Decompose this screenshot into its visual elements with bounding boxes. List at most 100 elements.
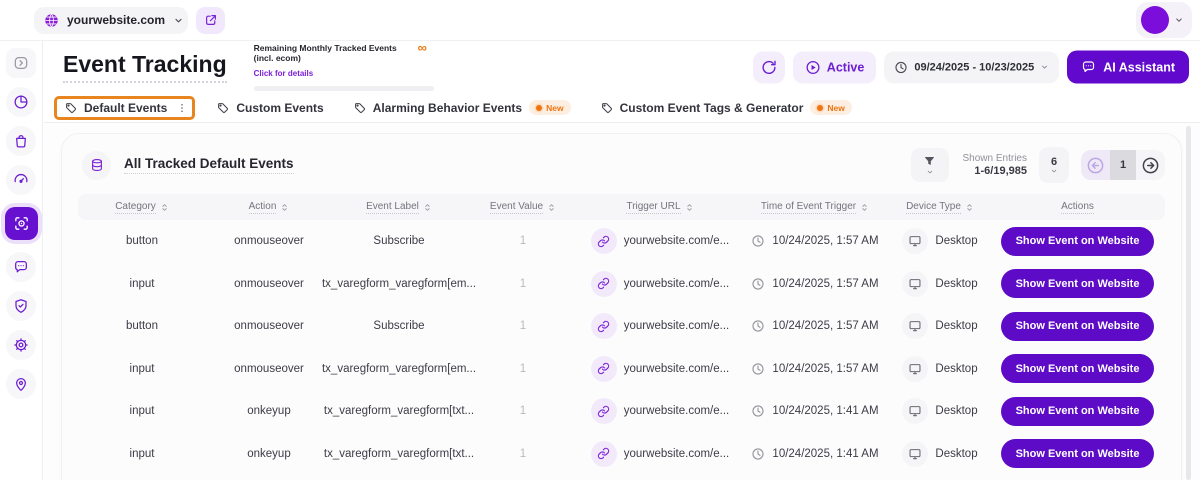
cell-event-value: 1	[466, 363, 580, 375]
tab-custom-events[interactable]: Custom Events	[208, 97, 331, 119]
quota-details-link[interactable]: Click for details	[254, 69, 314, 78]
sidebar-item-shop[interactable]	[6, 126, 36, 156]
cell-trigger-url[interactable]: yourwebsite.com/e...	[580, 228, 740, 254]
sort-icon[interactable]	[685, 203, 694, 212]
tag-icon	[64, 101, 77, 114]
sort-icon[interactable]	[547, 203, 556, 212]
show-event-button[interactable]: Show Event on Website	[1001, 354, 1155, 383]
user-menu[interactable]	[1136, 2, 1192, 38]
card-header: All Tracked Default Events Shown Entries…	[62, 134, 1181, 194]
sidebar-item-event-tracking[interactable]	[5, 207, 38, 240]
cell-trigger-url[interactable]: yourwebsite.com/e...	[580, 313, 740, 339]
cell-event-label: tx_varegform_varegform[txt...	[332, 405, 466, 417]
column-event-label[interactable]: Event Label	[332, 201, 466, 214]
link-icon	[591, 228, 617, 254]
sort-icon[interactable]	[160, 203, 169, 212]
cell-event-value: 1	[466, 448, 580, 460]
column-actions: Actions	[990, 201, 1165, 214]
website-selector[interactable]: yourwebsite.com	[34, 7, 188, 34]
clock-icon	[751, 362, 765, 376]
cell-device: Desktop	[890, 313, 990, 339]
column-action[interactable]: Action	[206, 201, 332, 214]
topbar: yourwebsite.com	[0, 0, 1200, 41]
cell-device: Desktop	[890, 398, 990, 424]
ai-assistant-button[interactable]: AI Assistant	[1067, 51, 1189, 84]
sidebar-item-privacy[interactable]	[6, 291, 36, 321]
shopping-bag-icon	[13, 133, 29, 149]
cell-category: button	[78, 235, 206, 247]
sort-icon[interactable]	[965, 203, 974, 212]
clock-icon	[751, 404, 765, 418]
sort-icon[interactable]	[860, 203, 869, 212]
tab-label: Default Events	[84, 101, 167, 115]
sidebar-toggle[interactable]	[6, 48, 36, 78]
map-pin-icon	[13, 376, 29, 392]
date-range-value: 09/24/2025 - 10/23/2025	[914, 61, 1034, 73]
column-trigger-url[interactable]: Trigger URL	[580, 201, 740, 214]
cell-action: onkeyup	[206, 448, 332, 460]
pie-chart-icon	[13, 94, 29, 110]
sort-icon[interactable]	[423, 203, 432, 212]
kebab-menu-icon[interactable]	[176, 102, 188, 114]
cell-trigger-url[interactable]: yourwebsite.com/e...	[580, 398, 740, 424]
badge-dot	[817, 105, 823, 111]
tab-label: Custom Event Tags & Generator	[620, 101, 804, 115]
table-row: input onmouseover tx_varegform_varegform…	[78, 348, 1165, 391]
tracking-status-button[interactable]: Active	[793, 51, 877, 83]
website-name: yourwebsite.com	[67, 13, 165, 27]
gauge-icon	[13, 172, 29, 188]
shown-entries-label: Shown Entries	[963, 153, 1027, 164]
previous-page-button[interactable]	[1081, 150, 1110, 180]
events-card: All Tracked Default Events Shown Entries…	[61, 133, 1182, 480]
show-event-button[interactable]: Show Event on Website	[1001, 439, 1155, 468]
cell-event-label: tx_varegform_varegform[txt...	[332, 448, 466, 460]
cell-event-label: Subscribe	[332, 320, 466, 332]
tag-icon	[353, 101, 366, 114]
date-range-picker[interactable]: 09/24/2025 - 10/23/2025	[884, 51, 1059, 83]
cell-trigger-url[interactable]: yourwebsite.com/e...	[580, 441, 740, 467]
tab-custom-event-tags-generator[interactable]: Custom Event Tags & Generator New	[592, 96, 860, 119]
badge-dot	[536, 105, 542, 111]
table-row: input onkeyup tx_varegform_varegform[txt…	[78, 433, 1165, 476]
tab-default-events[interactable]: Default Events	[54, 96, 195, 120]
column-category[interactable]: Category	[78, 201, 206, 214]
funnel-icon	[923, 155, 936, 168]
cell-event-value: 1	[466, 405, 580, 417]
external-link-icon	[204, 13, 218, 27]
cell-time: 10/24/2025, 1:57 AM	[740, 362, 890, 376]
clock-icon	[751, 234, 765, 248]
sidebar-item-performance[interactable]	[6, 165, 36, 195]
show-event-button[interactable]: Show Event on Website	[1001, 227, 1155, 256]
vertical-scrollbar[interactable]	[1186, 126, 1191, 480]
cell-time: 10/24/2025, 1:57 AM	[740, 234, 890, 248]
sidebar-item-analytics[interactable]	[6, 87, 36, 117]
show-event-button[interactable]: Show Event on Website	[1001, 397, 1155, 426]
filter-button[interactable]	[911, 148, 949, 182]
sidebar-item-support[interactable]	[6, 369, 36, 399]
play-circle-icon	[805, 59, 821, 75]
cell-trigger-url[interactable]: yourwebsite.com/e...	[580, 271, 740, 297]
refresh-button[interactable]	[753, 51, 785, 83]
quota-widget: Remaining Monthly Tracked Events (incl. …	[254, 43, 434, 91]
link-icon	[591, 271, 617, 297]
sidebar-item-chat[interactable]	[6, 252, 36, 282]
shield-check-icon	[13, 298, 29, 314]
column-time[interactable]: Time of Event Trigger	[740, 201, 890, 214]
tabs: Default Events Custom Events Alarming Be…	[44, 93, 1200, 123]
page-size-selector[interactable]: 6	[1039, 147, 1069, 183]
cell-trigger-url[interactable]: yourwebsite.com/e...	[580, 356, 740, 382]
column-event-value[interactable]: Event Value	[466, 201, 580, 214]
column-device-type[interactable]: Device Type	[890, 201, 990, 214]
cell-event-label: tx_varegform_varegform[em...	[332, 278, 466, 290]
open-website-button[interactable]	[196, 7, 225, 34]
tab-label: Alarming Behavior Events	[373, 101, 522, 115]
sidebar-item-settings[interactable]	[6, 330, 36, 360]
pagination: 1	[1081, 150, 1165, 180]
show-event-button[interactable]: Show Event on Website	[1001, 269, 1155, 298]
tab-alarming-behavior-events[interactable]: Alarming Behavior Events New	[345, 96, 579, 119]
next-page-button[interactable]	[1136, 150, 1165, 180]
shown-entries-value: 1-6/19,985	[963, 165, 1027, 177]
show-event-button[interactable]: Show Event on Website	[1001, 312, 1155, 341]
ai-chat-icon	[1081, 60, 1096, 75]
sort-icon[interactable]	[280, 203, 289, 212]
